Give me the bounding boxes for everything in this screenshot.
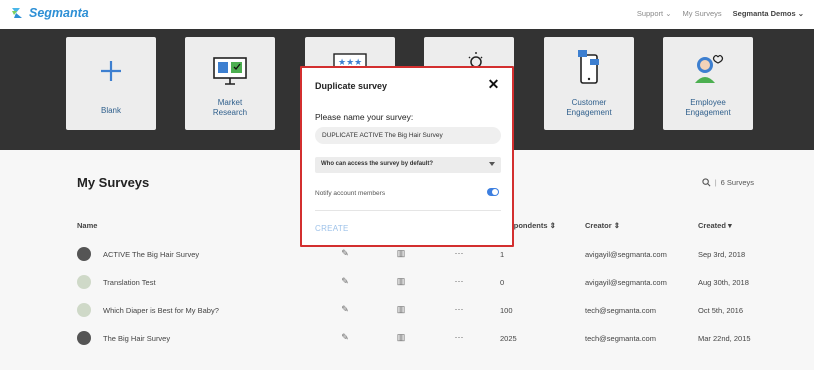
duplicate-survey-dialog: Duplicate survey ✕ Please name your surv… <box>300 66 514 247</box>
more-options-icon[interactable]: ⋯ <box>453 331 465 343</box>
divider <box>315 210 501 211</box>
separator: | <box>714 178 717 187</box>
chevron-down-icon: ⌄ <box>797 9 804 18</box>
results-chart-icon[interactable]: ▥ <box>395 247 407 259</box>
sort-icon: ⇕ <box>549 221 556 230</box>
avatar <box>77 303 91 317</box>
phone-chat-icon <box>578 50 599 84</box>
results-chart-icon[interactable]: ▥ <box>395 303 407 315</box>
respondents-count: 2025 <box>500 334 517 343</box>
nav-account[interactable]: Segmanta Demos ⌄ <box>733 9 804 18</box>
created-date: Oct 5th, 2016 <box>698 306 744 315</box>
edit-pencil-icon[interactable]: ✎ <box>339 303 351 315</box>
sort-desc-icon: ▾ <box>728 221 732 230</box>
table-row[interactable]: The Big Hair Survey ✎ ▥ ⋯ 2025 tech@segm… <box>77 329 757 349</box>
template-label: Market Research <box>212 98 248 117</box>
toggle-knob <box>492 189 498 195</box>
close-icon[interactable]: ✕ <box>487 77 500 91</box>
survey-search: | 6 Surveys <box>702 178 754 187</box>
created-date: Aug 30th, 2018 <box>698 278 749 287</box>
survey-name[interactable]: Translation Test <box>103 278 156 287</box>
table-row[interactable]: Which Diaper is Best for My Baby? ✎ ▥ ⋯ … <box>77 301 757 321</box>
creator-email: avigayil@segmanta.com <box>585 278 667 287</box>
table-row[interactable]: ACTIVE The Big Hair Survey ✎ ▥ ⋯ 1 aviga… <box>77 245 757 265</box>
respondents-count: 100 <box>500 306 513 315</box>
edit-pencil-icon[interactable]: ✎ <box>339 275 351 287</box>
nav-support[interactable]: Support ⌄ <box>637 9 672 18</box>
results-chart-icon[interactable]: ▥ <box>395 275 407 287</box>
survey-count: 6 Surveys <box>720 178 754 187</box>
column-header-created[interactable]: Created ▾ <box>698 221 732 230</box>
notify-toggle[interactable] <box>487 188 499 196</box>
edit-pencil-icon[interactable]: ✎ <box>339 247 351 259</box>
column-header-name[interactable]: Name <box>77 221 97 230</box>
access-select[interactable]: Who can access the survey by default? <box>315 157 501 173</box>
template-label: Blank <box>100 106 121 115</box>
column-header-creator[interactable]: Creator ⇕ <box>585 221 620 230</box>
respondents-count: 1 <box>500 250 505 259</box>
survey-name[interactable]: Which Diaper is Best for My Baby? <box>103 306 219 315</box>
avatar <box>77 247 91 261</box>
survey-name[interactable]: The Big Hair Survey <box>103 334 170 343</box>
chevron-down-icon: ⌄ <box>665 9 672 18</box>
survey-name[interactable]: ACTIVE The Big Hair Survey <box>103 250 199 259</box>
access-select-label: Who can access the survey by default? <box>321 161 434 167</box>
results-chart-icon[interactable]: ▥ <box>395 331 407 343</box>
name-prompt: Please name your survey: <box>315 112 414 122</box>
top-bar: Segmanta Support ⌄ My Surveys Segmanta D… <box>0 0 814 29</box>
more-options-icon[interactable]: ⋯ <box>453 303 465 315</box>
survey-name-input[interactable] <box>315 127 501 144</box>
more-options-icon[interactable]: ⋯ <box>453 247 465 259</box>
logo-text: Segmanta <box>29 6 89 20</box>
template-tile-blank[interactable]: Blank <box>66 37 156 130</box>
template-label: Customer Engagement <box>566 98 612 117</box>
template-label: Employee Engagement <box>685 98 731 117</box>
dialog-title: Duplicate survey <box>315 81 388 91</box>
nav-my-surveys[interactable]: My Surveys <box>682 9 721 18</box>
logo[interactable]: Segmanta <box>9 5 89 21</box>
respondents-count: 0 <box>500 278 505 287</box>
sort-icon: ⇕ <box>613 221 621 230</box>
search-icon[interactable] <box>702 178 711 187</box>
created-date: Sep 3rd, 2018 <box>698 250 746 259</box>
edit-pencil-icon[interactable]: ✎ <box>339 331 351 343</box>
template-tile-market-research[interactable]: Market Research <box>185 37 275 130</box>
creator-email: tech@segmanta.com <box>585 306 656 315</box>
creator-email: tech@segmanta.com <box>585 334 656 343</box>
plus-icon <box>101 61 121 81</box>
notify-label: Notify account members <box>315 190 386 197</box>
creator-email: avigayil@segmanta.com <box>585 250 667 259</box>
created-date: Mar 22nd, 2015 <box>698 334 751 343</box>
template-tile-employee-engagement[interactable]: Employee Engagement <box>663 37 753 130</box>
top-nav: Support ⌄ My Surveys Segmanta Demos ⌄ <box>637 9 804 18</box>
avatar <box>77 275 91 289</box>
employee-heart-icon <box>695 54 724 83</box>
more-options-icon[interactable]: ⋯ <box>453 275 465 287</box>
table-row[interactable]: Translation Test ✎ ▥ ⋯ 0 avigayil@segman… <box>77 273 757 293</box>
segmanta-logo-icon <box>12 8 22 18</box>
caret-down-icon <box>489 162 495 166</box>
avatar <box>77 331 91 345</box>
create-button[interactable]: CREATE <box>315 224 349 233</box>
template-tile-customer-engagement[interactable]: Customer Engagement <box>544 37 634 130</box>
page-title: My Surveys <box>77 175 150 190</box>
monitor-chart-icon <box>213 57 247 85</box>
